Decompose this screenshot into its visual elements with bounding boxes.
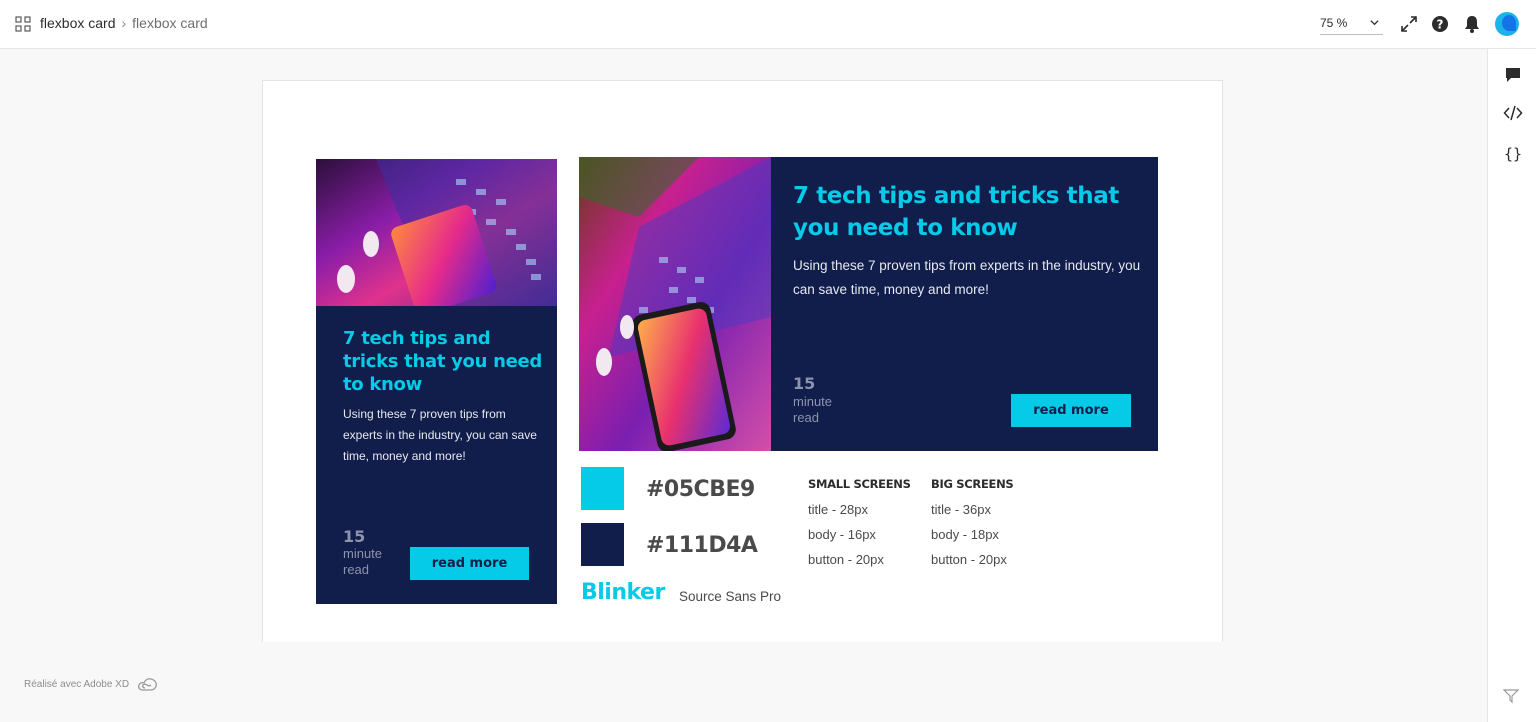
avatar[interactable] <box>1495 12 1519 36</box>
laptop-photo <box>316 159 557 306</box>
big-button-size: button - 20px <box>931 552 1007 567</box>
font-heading-sample: Blinker <box>581 580 665 605</box>
color-hex-navy: #111D4A <box>646 533 758 558</box>
comment-icon[interactable] <box>1503 65 1523 85</box>
breadcrumb-document[interactable]: flexbox card <box>40 15 115 31</box>
read-more-button[interactable]: read more <box>410 547 529 580</box>
laptop-photo <box>579 157 771 451</box>
code-icon[interactable] <box>1503 103 1523 123</box>
zoom-select[interactable]: 75 % <box>1320 14 1383 35</box>
creative-cloud-icon[interactable] <box>137 676 159 692</box>
small-title-size: title - 28px <box>808 502 868 517</box>
read-more-button[interactable]: read more <box>1011 394 1131 427</box>
chevron-right-icon: › <box>121 15 127 31</box>
top-bar: flexbox card › flexbox card 75 % ? <box>0 0 1536 49</box>
card-body: Using these 7 proven tips from experts i… <box>793 258 1141 297</box>
big-screens-heading: BIG SCREENS <box>931 477 1014 491</box>
read-time-label: minute read <box>793 394 833 425</box>
braces-icon[interactable]: {} <box>1503 144 1523 164</box>
right-panel: {} <box>1487 49 1536 722</box>
svg-text:{}: {} <box>1504 145 1522 163</box>
read-time-label: minute read <box>343 546 383 577</box>
color-swatch-navy <box>581 523 624 566</box>
chevron-down-icon <box>1370 20 1379 26</box>
color-swatch-cyan <box>581 467 624 510</box>
big-title-size: title - 36px <box>931 502 991 517</box>
color-hex-cyan: #05CBE9 <box>646 477 755 502</box>
footer: Réalisé avec Adobe XD <box>24 676 159 692</box>
card-title: 7 tech tips and tricks that you need to … <box>793 183 1119 241</box>
small-button-size: button - 20px <box>808 552 884 567</box>
breadcrumb-artboard[interactable]: flexbox card <box>132 15 207 31</box>
svg-text:?: ? <box>1437 18 1444 32</box>
artboard: 7 tech tips and tricks that you need to … <box>262 80 1223 642</box>
card-small: 7 tech tips and tricks that you need to … <box>316 159 557 604</box>
zoom-value: 75 % <box>1320 16 1348 30</box>
card-large: 7 tech tips and tricks that you need to … <box>579 157 1158 451</box>
card-title: 7 tech tips and tricks that you need to … <box>343 328 543 395</box>
bell-icon[interactable] <box>1462 14 1482 34</box>
help-icon[interactable]: ? <box>1430 14 1450 34</box>
read-time-number: 15 <box>343 527 366 546</box>
big-body-size: body - 18px <box>931 527 999 542</box>
filter-icon[interactable] <box>1503 688 1519 704</box>
small-screens-heading: SMALL SCREENS <box>808 477 911 491</box>
card-body: Using these 7 proven tips from experts i… <box>343 407 537 463</box>
expand-icon[interactable] <box>1399 14 1419 34</box>
breadcrumb: flexbox card › flexbox card <box>40 15 208 31</box>
grid-icon[interactable] <box>15 16 31 32</box>
read-time-number: 15 <box>793 374 816 393</box>
small-body-size: body - 16px <box>808 527 876 542</box>
font-body-sample: Source Sans Pro <box>679 589 782 604</box>
made-with-label: Réalisé avec Adobe XD <box>24 678 130 690</box>
